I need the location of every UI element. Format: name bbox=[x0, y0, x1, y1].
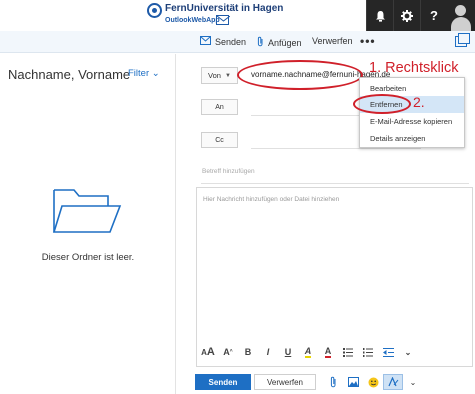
more-options-button[interactable]: ••• bbox=[360, 34, 376, 48]
logo-app-name: OutlookWebApp bbox=[165, 17, 220, 24]
emoji-icon[interactable] bbox=[363, 374, 383, 390]
attach-command[interactable]: Anfügen bbox=[257, 36, 302, 50]
bullet-list-icon[interactable] bbox=[338, 343, 358, 361]
discard-command-label: Verwerfen bbox=[312, 36, 353, 46]
top-header: FernUniversität in Hagen OutlookWebApp ? bbox=[0, 0, 475, 31]
subject-divider bbox=[201, 183, 469, 184]
annotation-step2: 2. bbox=[413, 94, 425, 110]
bold-icon[interactable]: B bbox=[238, 343, 258, 361]
folder-title: Nachname, Vorname bbox=[8, 67, 131, 82]
from-label: Von bbox=[208, 71, 221, 80]
font-color-icon[interactable]: A bbox=[318, 343, 338, 361]
avatar-body bbox=[451, 17, 471, 31]
chevron-down-icon: ▼ bbox=[224, 72, 231, 79]
cc-label: Cc bbox=[215, 136, 224, 144]
underline-icon[interactable]: U bbox=[278, 343, 298, 361]
menu-item-copy-address[interactable]: E-Mail-Adresse kopieren bbox=[360, 113, 464, 130]
to-label: An bbox=[215, 103, 224, 111]
format-toolbar: AA A ^ B I U A A ⌄ bbox=[198, 343, 418, 361]
menu-item-show-details[interactable]: Details anzeigen bbox=[360, 130, 464, 147]
to-button[interactable]: An bbox=[201, 99, 238, 115]
message-body-placeholder: Hier Nachricht hinzufügen oder Datei hin… bbox=[203, 196, 340, 203]
paperclip-icon bbox=[257, 36, 264, 50]
format-text-icon[interactable] bbox=[383, 374, 403, 390]
cc-input-line[interactable] bbox=[251, 148, 421, 149]
message-body-input[interactable]: Hier Nachricht hinzufügen oder Datei hin… bbox=[196, 187, 473, 367]
command-bar: Senden Anfügen Verwerfen ••• bbox=[0, 31, 475, 53]
highlight-icon[interactable]: A bbox=[298, 343, 318, 361]
discard-button[interactable]: Verwerfen bbox=[254, 374, 316, 390]
avatar[interactable] bbox=[447, 0, 475, 31]
numbered-list-icon[interactable] bbox=[358, 343, 378, 361]
filter-label: Filter bbox=[128, 68, 150, 79]
subject-input[interactable]: Betreff hinzufügen bbox=[202, 168, 255, 175]
folder-pane: Nachname, Vorname Filter ⌄ Dieser Ordner… bbox=[0, 54, 176, 394]
envelope-icon bbox=[216, 15, 230, 25]
popout-icon[interactable] bbox=[455, 33, 470, 47]
discard-command[interactable]: Verwerfen bbox=[312, 36, 353, 46]
chevron-down-icon: ⌄ bbox=[151, 68, 160, 79]
annotation-circle-address bbox=[237, 60, 363, 90]
insert-picture-icon[interactable] bbox=[343, 374, 363, 390]
university-emblem-icon bbox=[147, 3, 162, 18]
chevron-down-icon[interactable]: ⌄ bbox=[403, 374, 423, 390]
grow-font-icon[interactable]: A ^ bbox=[218, 343, 238, 361]
logo-university-name: FernUniversität in Hagen bbox=[165, 3, 284, 14]
cc-button[interactable]: Cc bbox=[201, 132, 238, 148]
decrease-indent-icon[interactable] bbox=[378, 343, 398, 361]
avatar-head bbox=[455, 5, 466, 16]
help-icon[interactable]: ? bbox=[420, 0, 447, 31]
annotation-step1: 1. Rechtsklick bbox=[369, 60, 459, 76]
attach-command-label: Anfügen bbox=[268, 38, 302, 48]
header-icon-group: ? bbox=[366, 0, 475, 31]
empty-folder-icon bbox=[48, 184, 128, 241]
font-size-icon[interactable]: AA bbox=[198, 343, 218, 361]
annotation-circle-remove bbox=[353, 94, 411, 114]
send-command[interactable]: Senden bbox=[200, 36, 246, 48]
empty-folder-message: Dieser Ordner ist leer. bbox=[41, 252, 135, 263]
paperclip-icon[interactable] bbox=[323, 374, 343, 390]
from-button[interactable]: Von ▼ bbox=[201, 67, 238, 84]
send-button[interactable]: Senden bbox=[195, 374, 251, 390]
filter-dropdown[interactable]: Filter ⌄ bbox=[128, 68, 160, 79]
university-logo: FernUniversität in Hagen OutlookWebApp bbox=[147, 3, 283, 29]
chevron-down-icon[interactable]: ⌄ bbox=[398, 343, 418, 361]
gear-icon[interactable] bbox=[393, 0, 420, 31]
bottom-toolbar: ⌄ bbox=[323, 374, 423, 390]
send-command-label: Senden bbox=[215, 37, 247, 47]
send-icon bbox=[200, 36, 211, 48]
bell-icon[interactable] bbox=[366, 0, 393, 31]
italic-icon[interactable]: I bbox=[258, 343, 278, 361]
outlook-web-app-window: FernUniversität in Hagen OutlookWebApp ? bbox=[0, 0, 475, 394]
